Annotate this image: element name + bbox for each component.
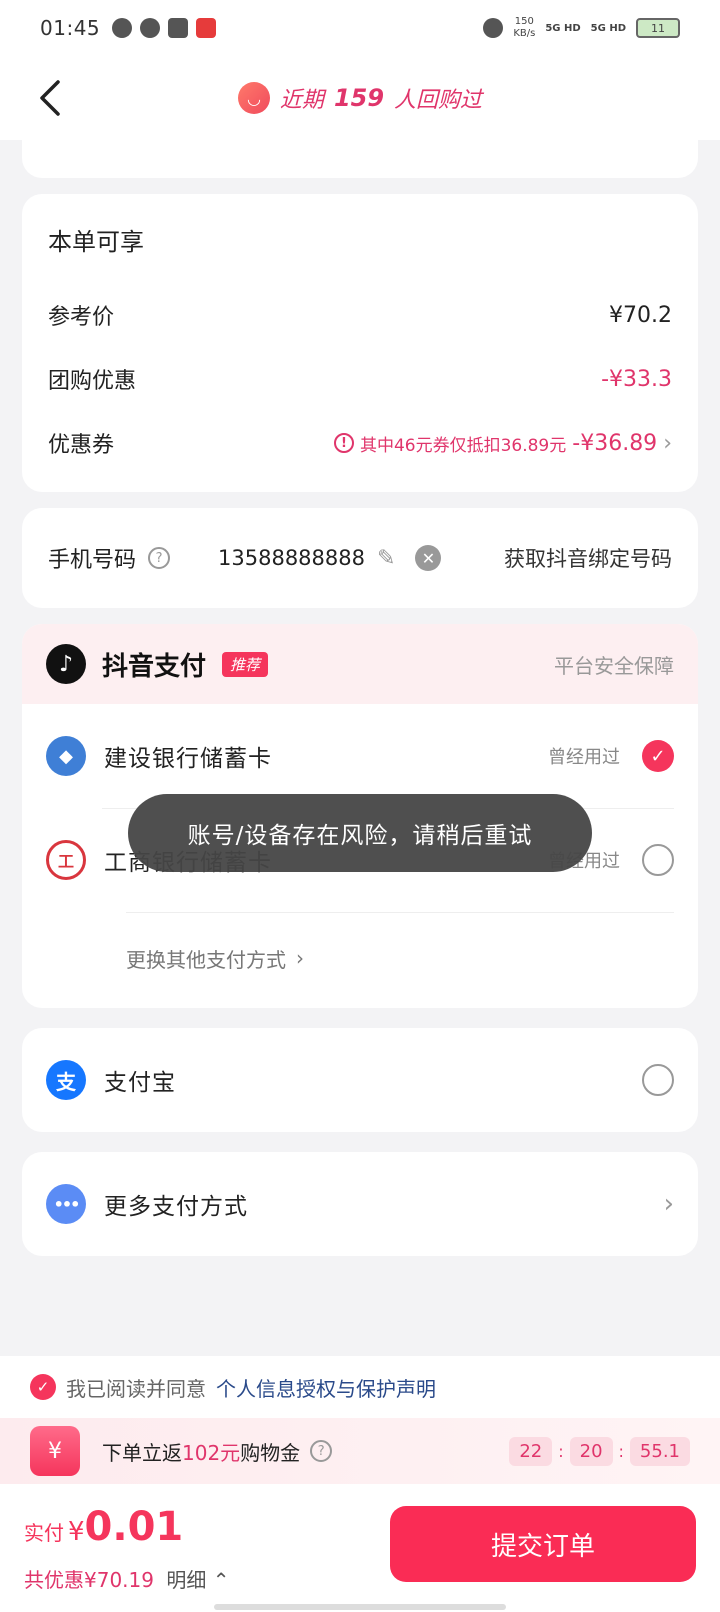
discount-summary-card: 本单可享 参考价 ¥70.2 团购优惠 -¥33.3 优惠券 ! 其中46元券仅…	[22, 194, 698, 492]
back-button[interactable]	[28, 76, 72, 120]
tiktok-icon: ♪	[46, 644, 86, 684]
phone-input[interactable]: 13588888888	[218, 546, 365, 570]
phone-card: 手机号码 ? 13588888888 ✎ ✕ 获取抖音绑定号码	[22, 508, 698, 608]
icbc-bank-icon: 工	[46, 840, 86, 880]
pay-amount: 实付 ¥ 0.01	[24, 1504, 184, 1550]
shopping-bag-icon: ◡	[237, 82, 270, 114]
douyin-pay-header: ♪ 抖音支付 推荐 平台安全保障	[22, 624, 698, 704]
privacy-statement-link[interactable]: 个人信息授权与保护声明	[216, 1373, 436, 1402]
radio-unchecked-icon[interactable]	[642, 844, 674, 876]
net-speed: 150 KB/s	[513, 16, 536, 39]
alarm-icon	[483, 18, 504, 38]
chevron-right-icon: ›	[663, 430, 672, 456]
radio-unchecked-icon[interactable]	[642, 1064, 674, 1096]
status-time: 01:45	[40, 16, 101, 40]
battery-icon: 11	[636, 18, 680, 38]
more-dots-icon: •••	[46, 1184, 86, 1224]
signal-2: 5G HD	[590, 22, 626, 34]
ref-price-row: 参考价 ¥70.2	[48, 302, 672, 331]
detail-toggle[interactable]: 明细 ⌃	[166, 1568, 229, 1592]
nav-bar: ◡ 近期 159 人回购过	[0, 56, 720, 140]
alipay-option[interactable]: 支 支付宝	[22, 1028, 698, 1132]
clear-icon[interactable]: ✕	[415, 545, 442, 571]
agree-checkbox[interactable]: ✓	[30, 1374, 56, 1400]
ccb-bank-icon: ◆	[46, 736, 86, 776]
chevron-left-icon	[40, 80, 60, 116]
more-payment-methods[interactable]: ••• 更多支付方式 ›	[22, 1152, 698, 1256]
agreement-row: ✓ 我已阅读并同意 个人信息授权与保护声明	[0, 1356, 720, 1418]
total-discount: 共优惠¥70.19 明细 ⌃	[24, 1568, 230, 1592]
help-icon[interactable]: ?	[310, 1440, 333, 1462]
mail-icon	[168, 18, 189, 38]
status-bar: 01:45 150 KB/s 5G HD 5G HD 11	[0, 0, 720, 56]
cashback-amount: 102元	[182, 1440, 241, 1465]
chevron-right-icon: ›	[663, 1189, 674, 1219]
risk-toast: 账号/设备存在风险，请稍后重试	[128, 794, 592, 872]
group-discount-value: -¥33.3	[601, 366, 672, 392]
globe-icon	[112, 18, 133, 38]
douyin-pay-title: 抖音支付	[102, 651, 207, 682]
bank-option-ccb[interactable]: ◆ 建设银行储蓄卡 曾经用过 ✓	[22, 704, 698, 808]
repurchase-banner: ◡ 近期 159 人回购过	[237, 82, 482, 114]
coupon-gift-icon: ¥	[30, 1426, 80, 1476]
summary-heading: 本单可享	[48, 228, 144, 256]
pencil-icon[interactable]: ✎	[377, 546, 395, 571]
chat-icon	[140, 18, 161, 38]
coupon-value: -¥36.89	[572, 430, 658, 456]
app-notification-icon	[196, 18, 217, 38]
ref-price-value: ¥70.2	[609, 302, 672, 328]
radio-checked-icon[interactable]: ✓	[642, 740, 674, 772]
home-indicator[interactable]	[214, 1604, 506, 1610]
chevron-right-icon: ›	[296, 946, 304, 970]
previous-card-stub	[22, 130, 698, 178]
coupon-note: 其中46元券仅抵扣36.89元	[359, 435, 567, 456]
warning-icon: !	[333, 433, 354, 453]
coupon-row[interactable]: 优惠券 ! 其中46元券仅抵扣36.89元 -¥36.89 ›	[48, 411, 672, 475]
help-icon[interactable]: ?	[148, 547, 171, 569]
cashback-promo: ¥ 下单立返 102元 购物金 ? 22 : 20 : 55.1	[0, 1418, 720, 1484]
safety-note: 平台安全保障	[554, 653, 674, 678]
group-discount-row: 团购优惠 -¥33.3	[48, 366, 672, 395]
submit-order-button[interactable]: 提交订单	[390, 1506, 696, 1582]
checkout-bar: 实付 ¥ 0.01 共优惠¥70.19 明细 ⌃ 提交订单	[0, 1484, 720, 1612]
signal-1: 5G HD	[545, 22, 581, 34]
alipay-icon: 支	[46, 1060, 86, 1100]
get-bound-number-button[interactable]: 获取抖音绑定号码	[504, 543, 672, 573]
countdown-timer: 22 : 20 : 55.1	[509, 1436, 690, 1466]
phone-label: 手机号码	[48, 548, 137, 573]
recommended-badge: 推荐	[222, 651, 269, 677]
switch-payment-method[interactable]: 更换其他支付方式 ›	[22, 912, 698, 1004]
